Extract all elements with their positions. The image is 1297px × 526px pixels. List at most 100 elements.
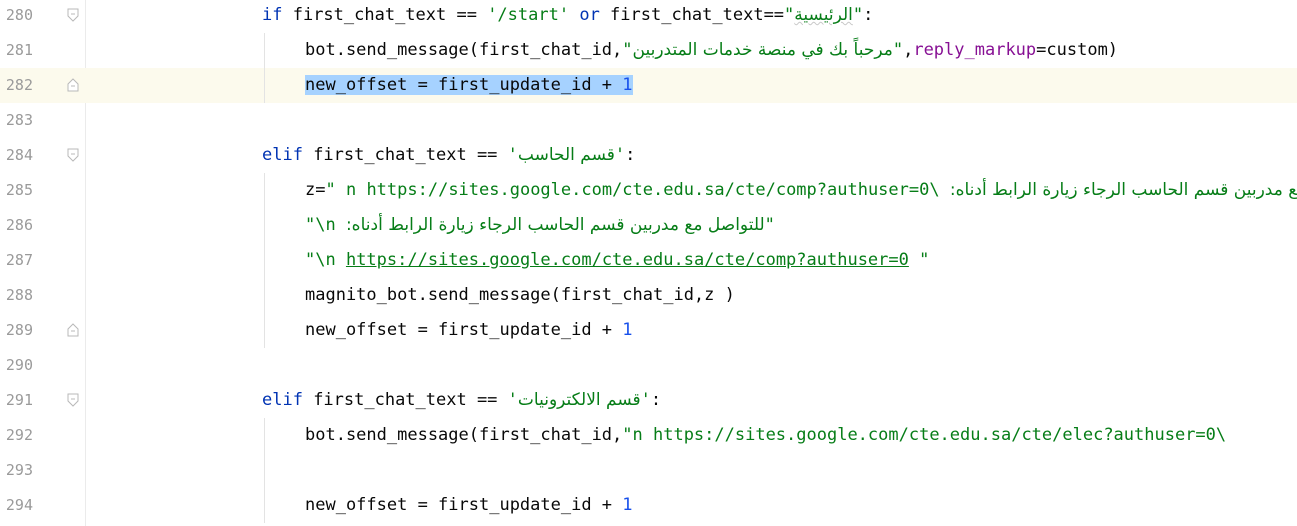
code-line[interactable]: new_offset = first_update_id + 1 bbox=[86, 68, 1297, 103]
code-token: first_chat_text == bbox=[282, 5, 488, 25]
code-area[interactable]: if first_chat_text == '/start' or first_… bbox=[86, 0, 1297, 526]
gutter-line[interactable]: 292 bbox=[0, 418, 86, 453]
gutter-line[interactable]: 282 bbox=[0, 68, 86, 103]
line-number: 287 bbox=[5, 251, 33, 269]
code-text: magnito_bot.send_message(first_chat_id,z… bbox=[305, 284, 735, 306]
code-token: " bbox=[852, 5, 864, 25]
line-number: 282 bbox=[5, 76, 33, 94]
code-token: , bbox=[903, 40, 914, 60]
code-line[interactable] bbox=[86, 103, 1297, 138]
code-token: bot.send_message(first_chat_id, bbox=[305, 425, 623, 445]
code-token: z= bbox=[305, 180, 326, 200]
code-line[interactable]: new_offset = first_update_id + 1 bbox=[86, 313, 1297, 348]
gutter-line[interactable]: 290 bbox=[0, 348, 86, 383]
code-line[interactable]: elif first_chat_text == 'قسم الالكترونيا… bbox=[86, 383, 1297, 418]
line-number: 283 bbox=[5, 111, 33, 129]
code-line[interactable]: "\n للتواصل مع مدربين قسم الحاسب الرجاء … bbox=[86, 208, 1297, 243]
line-number: 290 bbox=[5, 356, 33, 374]
code-token: ' bbox=[507, 145, 518, 165]
code-token: "\n bbox=[305, 250, 346, 270]
code-token: ' bbox=[507, 390, 518, 410]
code-token: magnito_bot.send_message(first_chat_id,z… bbox=[305, 285, 735, 305]
code-token: ' bbox=[614, 145, 626, 165]
line-number: 294 bbox=[5, 496, 33, 514]
fold-open-icon[interactable] bbox=[66, 147, 80, 163]
code-text: elif first_chat_text == 'قسم الالكترونيا… bbox=[262, 389, 661, 411]
code-token: elif bbox=[262, 390, 303, 410]
code-token: " bbox=[892, 40, 904, 60]
code-line[interactable]: bot.send_message(first_chat_id,"n https:… bbox=[86, 418, 1297, 453]
code-token: bot.send_message(first_chat_id, bbox=[305, 40, 623, 60]
code-line[interactable]: bot.send_message(first_chat_id,"مرحباً ب… bbox=[86, 33, 1297, 68]
gutter-line[interactable]: 294 bbox=[0, 488, 86, 523]
code-editor[interactable]: 280 281 282 283 284 285 286 287 288 289 290 291 292 2… bbox=[0, 0, 1297, 526]
code-line[interactable]: magnito_bot.send_message(first_chat_id,z… bbox=[86, 278, 1297, 313]
code-token: https://sites.google.com/cte.edu.sa/cte/… bbox=[366, 180, 940, 200]
gutter-line[interactable]: 280 bbox=[0, 0, 86, 33]
code-token: reply_markup bbox=[913, 40, 1037, 60]
gutter-line[interactable]: 281 bbox=[0, 33, 86, 68]
code-line[interactable]: "\n https://sites.google.com/cte.edu.sa/… bbox=[86, 243, 1297, 278]
gutter-line[interactable]: 286 bbox=[0, 208, 86, 243]
code-token: new_offset = first_update_id + bbox=[305, 495, 623, 515]
code-line[interactable]: if first_chat_text == '/start' or first_… bbox=[86, 0, 1297, 33]
fold-open-icon[interactable] bbox=[66, 392, 80, 408]
code-token: or bbox=[579, 5, 600, 25]
code-token: 1 bbox=[622, 320, 633, 340]
code-token: : bbox=[650, 390, 662, 410]
indent-guide bbox=[264, 173, 265, 348]
gutter-line[interactable]: 287 bbox=[0, 243, 86, 278]
code-line[interactable]: elif first_chat_text == 'قسم الحاسب': bbox=[86, 138, 1297, 173]
code-token: new_offset = first_update_id + bbox=[305, 75, 623, 95]
code-token: : bbox=[863, 5, 874, 25]
fold-close-icon[interactable] bbox=[66, 77, 80, 93]
indent-guide bbox=[264, 418, 265, 523]
code-token: https://sites.google.com/cte.edu.sa/cte/… bbox=[345, 250, 909, 270]
code-token: 1 bbox=[622, 495, 633, 515]
indent-guide bbox=[264, 33, 265, 103]
gutter-line[interactable]: 283 bbox=[0, 103, 86, 138]
code-token: " n bbox=[325, 180, 367, 200]
code-text: new_offset = first_update_id + 1 bbox=[305, 74, 633, 96]
fold-open-icon[interactable] bbox=[66, 7, 80, 23]
code-text: "\n https://sites.google.com/cte.edu.sa/… bbox=[305, 249, 929, 271]
code-token: if bbox=[262, 5, 283, 25]
gutter-line[interactable]: 289 bbox=[0, 313, 86, 348]
code-line[interactable] bbox=[86, 348, 1297, 383]
line-number: 286 bbox=[5, 216, 33, 234]
line-number: 284 bbox=[5, 146, 33, 164]
gutter-line[interactable]: 285 bbox=[0, 173, 86, 208]
line-number-gutter[interactable]: 280 281 282 283 284 285 286 287 288 289 290 291 292 2… bbox=[0, 0, 86, 526]
code-token: : bbox=[625, 145, 636, 165]
code-token: " bbox=[622, 40, 633, 60]
line-number: 288 bbox=[5, 286, 33, 304]
code-token: " bbox=[784, 5, 795, 25]
line-number: 292 bbox=[5, 426, 33, 444]
code-line[interactable]: z=" n https://sites.google.com/cte.edu.s… bbox=[86, 173, 1297, 208]
code-token: '/start' bbox=[487, 5, 570, 25]
code-line[interactable]: new_offset = first_update_id + 1 bbox=[86, 488, 1297, 523]
code-text: bot.send_message(first_chat_id,"مرحباً ب… bbox=[305, 39, 1118, 61]
gutter-line[interactable]: 288 bbox=[0, 278, 86, 313]
code-token: =custom) bbox=[1036, 40, 1119, 60]
gutter-line[interactable]: 291 bbox=[0, 383, 86, 418]
line-number: 289 bbox=[5, 321, 33, 339]
line-number: 280 bbox=[5, 6, 33, 24]
fold-close-icon[interactable] bbox=[66, 322, 80, 338]
code-line[interactable] bbox=[86, 453, 1297, 488]
code-text: z=" n https://sites.google.com/cte.edu.s… bbox=[305, 179, 1297, 201]
code-token: first_chat_text== bbox=[599, 5, 785, 25]
gutter-line[interactable]: 284 bbox=[0, 138, 86, 173]
code-token: " bbox=[764, 215, 775, 235]
code-token: new_offset = first_update_id + bbox=[305, 320, 623, 340]
gutter-line[interactable]: 293 bbox=[0, 453, 86, 488]
code-token: "\n bbox=[305, 215, 346, 235]
code-token: first_chat_text == bbox=[302, 390, 508, 410]
code-token: 1 bbox=[622, 75, 633, 95]
line-number: 291 bbox=[5, 391, 33, 409]
code-token: قسم الالكترونيات bbox=[517, 390, 641, 410]
code-token: ' bbox=[640, 390, 651, 410]
line-number: 293 bbox=[5, 461, 33, 479]
